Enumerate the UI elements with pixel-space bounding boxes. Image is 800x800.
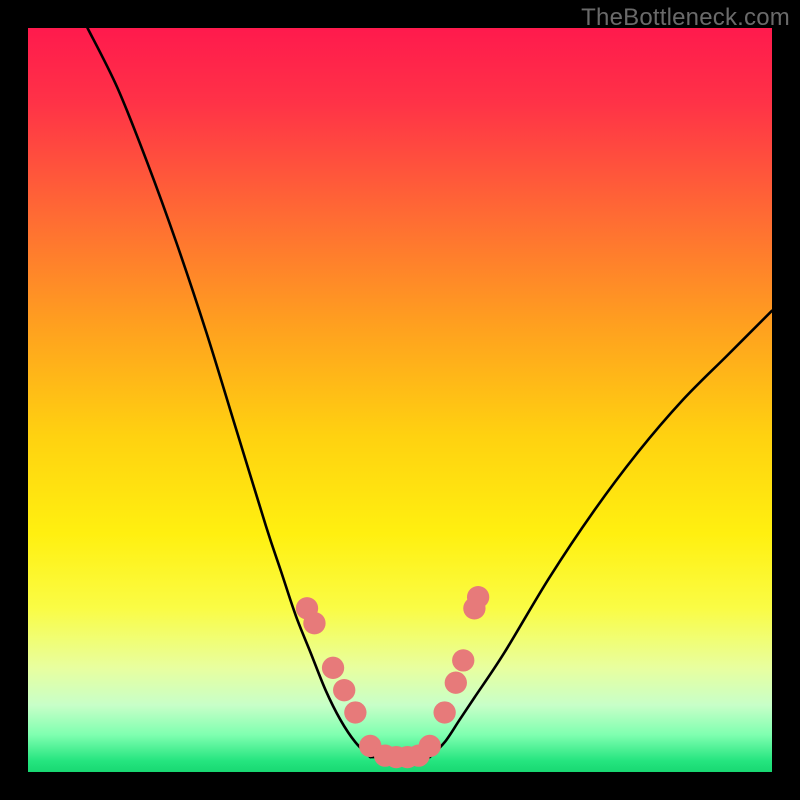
marker-dot: [452, 649, 474, 671]
marker-dot: [445, 672, 467, 694]
marker-dot: [303, 612, 325, 634]
marker-dot: [419, 735, 441, 757]
marker-dot: [322, 657, 344, 679]
chart-svg: [28, 28, 772, 772]
marker-dot: [333, 679, 355, 701]
marker-dot: [433, 701, 455, 723]
marker-dot: [344, 701, 366, 723]
chart-frame: TheBottleneck.com: [0, 0, 800, 800]
plot-area: [28, 28, 772, 772]
marker-dot: [467, 586, 489, 608]
